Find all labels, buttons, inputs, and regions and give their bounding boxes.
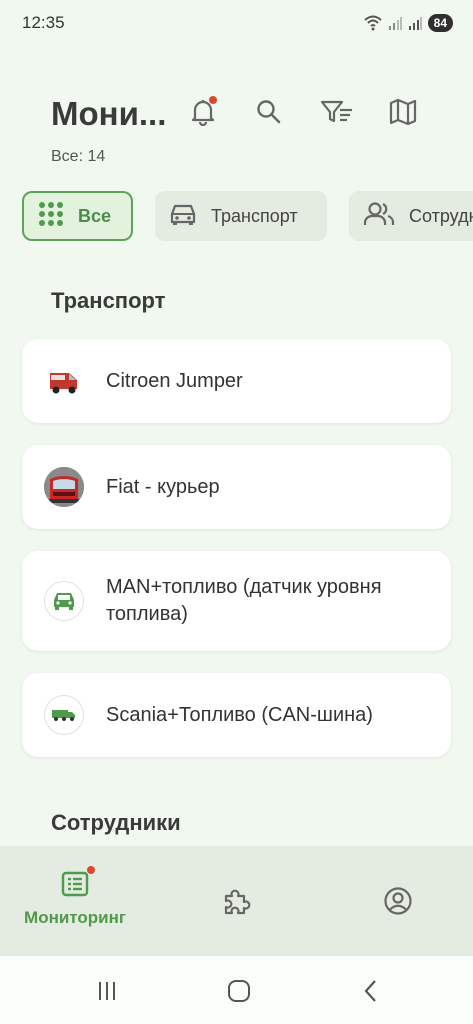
item-label: Scania+Топливо (CAN-шина) [106, 703, 373, 726]
list-item[interactable]: Fiat - курьер [22, 445, 451, 529]
puzzle-icon [222, 886, 252, 921]
item-label: Citroen Jumper [106, 369, 243, 392]
item-label: Fiat - курьер [106, 475, 220, 498]
back-button[interactable] [356, 976, 386, 1006]
wifi-icon [363, 15, 382, 31]
home-button[interactable] [224, 976, 254, 1006]
van-image [44, 361, 84, 401]
people-icon [363, 201, 395, 232]
filter-button[interactable] [315, 92, 359, 136]
chip-label: Сотрудн [409, 205, 473, 226]
signal-icon [388, 16, 402, 30]
signal-icon [408, 16, 422, 30]
system-navigation-bar [0, 956, 473, 1024]
status-bar: 12:35 84 [0, 0, 473, 46]
nav-integrations[interactable] [162, 846, 312, 956]
notification-dot [87, 866, 95, 874]
map-button[interactable] [381, 92, 425, 136]
chip-label: Все [78, 205, 112, 226]
bottom-navigation: Мониторинг [0, 846, 473, 956]
search-icon [256, 99, 282, 130]
chip-staff[interactable]: Сотрудн [349, 191, 473, 241]
notifications-button[interactable] [181, 92, 225, 136]
list-item[interactable]: Scania+Топливо (CAN-шина) [22, 673, 451, 757]
car-icon [169, 202, 197, 231]
status-icons: 84 [363, 14, 453, 32]
truck-icon [44, 695, 84, 735]
notification-dot [209, 96, 217, 104]
filter-chips: Все Транспорт Сотрудн [22, 191, 473, 241]
nav-monitoring[interactable]: Мониторинг [0, 846, 150, 956]
chip-all[interactable]: Все [22, 191, 133, 241]
home-icon [228, 980, 250, 1002]
recents-icon [99, 982, 115, 1000]
map-icon [389, 98, 417, 131]
section-title-staff: Сотрудники [51, 810, 181, 835]
page-title: Мони... [51, 95, 167, 132]
list-item[interactable]: MAN+топливо (датчик уровня топлива) [22, 551, 451, 651]
total-count: Все: 14 [51, 148, 106, 165]
chip-label: Транспорт [211, 205, 298, 226]
recent-apps-button[interactable] [92, 976, 122, 1006]
list-item[interactable]: Citroen Jumper [22, 339, 451, 423]
section-title-transport: Транспорт [51, 288, 166, 313]
account-icon [383, 886, 413, 921]
truck-cab-image [44, 467, 84, 507]
list-icon [61, 866, 95, 898]
car-icon [44, 581, 84, 621]
search-button[interactable] [247, 92, 291, 136]
grid-icon [38, 201, 64, 232]
battery-icon: 84 [427, 14, 453, 32]
back-icon [364, 980, 376, 1002]
nav-account[interactable] [323, 846, 473, 956]
chip-transport[interactable]: Транспорт [155, 191, 327, 241]
item-label: MAN+топливо (датчик уровня топлива) [106, 576, 382, 625]
filter-icon [320, 99, 354, 130]
status-time: 12:35 [22, 13, 65, 32]
nav-label: Мониторинг [24, 908, 126, 927]
header: Мони... [51, 92, 451, 136]
